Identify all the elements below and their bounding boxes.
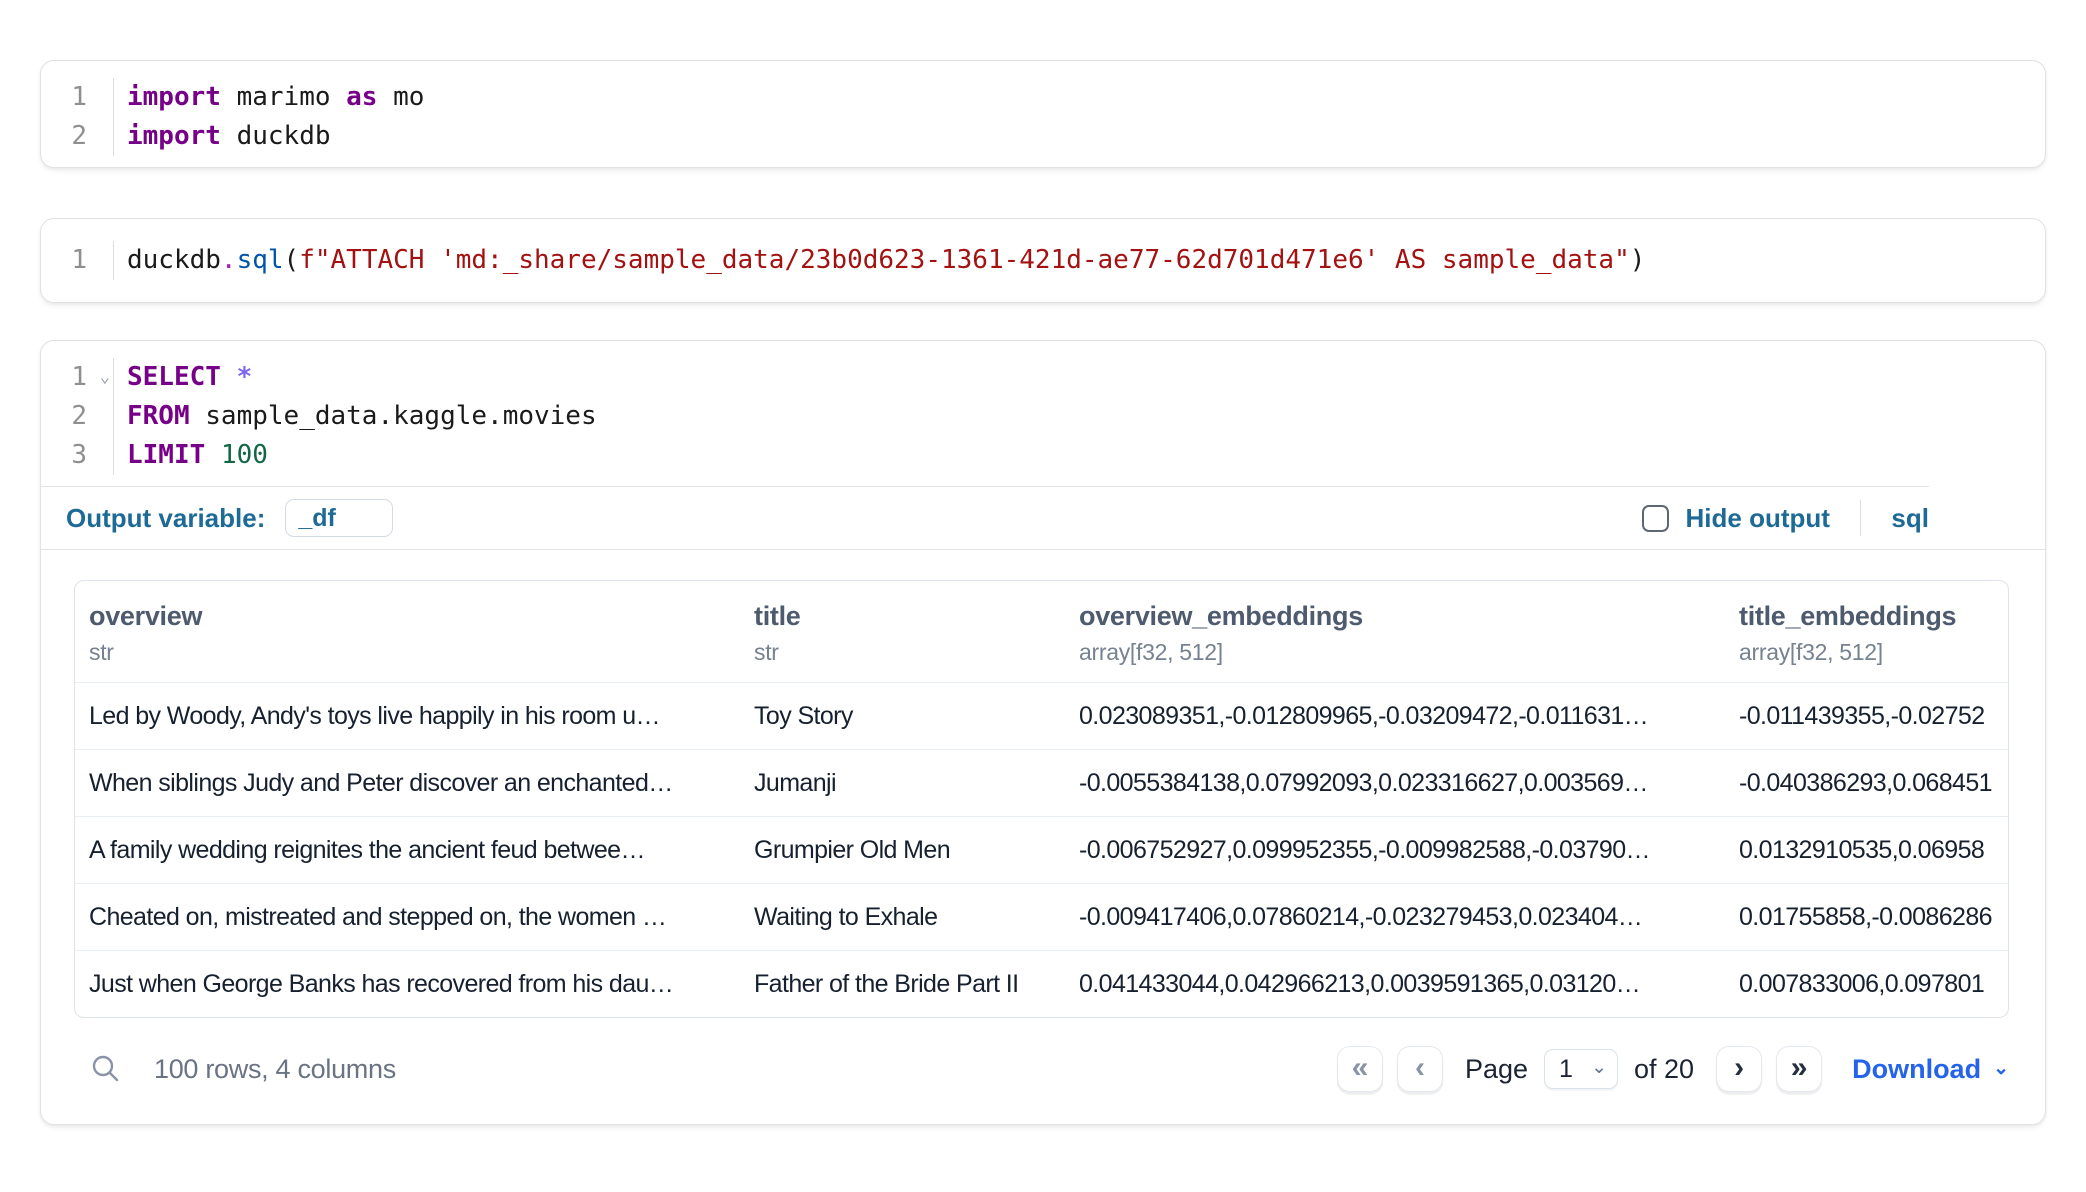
- code-line-text: import duckdb: [114, 117, 331, 156]
- output-variable-label: Output variable:: [66, 503, 265, 534]
- table-cell: A family wedding reignites the ancient f…: [75, 817, 740, 883]
- table-cell: Waiting to Exhale: [740, 884, 1065, 950]
- table-cell: Grumpier Old Men: [740, 817, 1065, 883]
- column-name: overview_embeddings: [1079, 601, 1711, 631]
- code-line-text: import marimo as mo: [114, 78, 424, 117]
- line-number: 1: [41, 78, 114, 117]
- table-cell: 0.0132910535,0.06958: [1725, 817, 2008, 883]
- result-table: overview str title str overview_embeddingsar…: [74, 580, 2009, 1018]
- line-number: 3: [41, 436, 114, 475]
- page-select-value: 1: [1559, 1055, 1573, 1084]
- code-editor-sql[interactable]: 1⌄SELECT *2FROM sample_data.kaggle.movie…: [41, 341, 2045, 486]
- table-cell: -0.040386293,0.068451: [1725, 750, 2008, 816]
- code-line-text: FROM sample_data.kaggle.movies: [114, 397, 597, 436]
- column-name: title: [754, 601, 1051, 631]
- notebook-page: 1import marimo as mo2import duckdb 1duck…: [0, 0, 2086, 1125]
- last-page-icon: »: [1791, 1053, 1808, 1083]
- line-number: 1⌄: [41, 358, 114, 397]
- code-line-text: SELECT *: [114, 358, 252, 397]
- code-line: 2FROM sample_data.kaggle.movies: [41, 397, 2045, 436]
- code-line: 2import duckdb: [41, 117, 2045, 156]
- last-page-button[interactable]: »: [1776, 1046, 1822, 1092]
- table-cell: -0.009417406,0.07860214,-0.023279453,0.0…: [1065, 884, 1725, 950]
- sql-cell: 1⌄SELECT *2FROM sample_data.kaggle.movie…: [40, 340, 2046, 1125]
- fold-chevron-icon[interactable]: ⌄: [100, 358, 110, 397]
- table-cell: -0.0055384138,0.07992093,0.023316627,0.0…: [1065, 750, 1725, 816]
- code-line: 1import marimo as mo: [41, 78, 2045, 117]
- line-number: 2: [41, 397, 114, 436]
- total-pages-label: of 20: [1634, 1054, 1694, 1085]
- line-number: 1: [41, 241, 114, 280]
- page-select[interactable]: 1 ⌄: [1544, 1049, 1618, 1089]
- next-page-button[interactable]: ›: [1716, 1046, 1762, 1092]
- page-label: Page: [1465, 1054, 1528, 1085]
- table-cell: -0.011439355,-0.02752: [1725, 683, 2008, 749]
- code-cell-attach-database: 1duckdb.sql(f"ATTACH 'md:_share/sample_d…: [40, 218, 2046, 303]
- output-variable-input[interactable]: [285, 499, 393, 537]
- next-page-icon: ›: [1734, 1053, 1744, 1083]
- table-cell: Cheated on, mistreated and stepped on, t…: [75, 884, 740, 950]
- code-line-text: LIMIT 100: [114, 436, 268, 475]
- table-row[interactable]: Cheated on, mistreated and stepped on, t…: [75, 883, 2008, 950]
- code-line: 1⌄SELECT *: [41, 358, 2045, 397]
- table-cell: Father of the Bride Part II: [740, 951, 1065, 1017]
- chevron-down-icon: ⌄: [1993, 1057, 2009, 1080]
- table-row[interactable]: When siblings Judy and Peter discover an…: [75, 749, 2008, 816]
- column-dtype: str: [754, 639, 1051, 666]
- code-line: 1duckdb.sql(f"ATTACH 'md:_share/sample_d…: [41, 241, 2045, 280]
- column-dtype: str: [89, 639, 726, 666]
- search-icon[interactable]: [90, 1053, 122, 1085]
- column-header-title_embeddings[interactable]: title_embeddings array[f32, 512]: [1725, 581, 2008, 682]
- table-row[interactable]: Led by Woody, Andy's toys live happily i…: [75, 682, 2008, 749]
- column-dtype: array[f32, 512]: [1739, 639, 1994, 666]
- table-header-row: overview str title str overview_embeddingsar…: [75, 581, 2008, 682]
- column-header-overview_embeddings[interactable]: overview_embeddings array[f32, 512]: [1065, 581, 1725, 682]
- table-footer: 100 rows, 4 columns « ‹ Page 1 ⌄ of 20 ›: [41, 1018, 2045, 1124]
- code-editor-imports[interactable]: 1import marimo as mo2import duckdb: [41, 61, 2045, 167]
- column-name: title_embeddings: [1739, 601, 1994, 631]
- hide-output-checkbox[interactable]: [1642, 505, 1669, 532]
- prev-page-icon: ‹: [1415, 1053, 1425, 1083]
- code-line-text: duckdb.sql(f"ATTACH 'md:_share/sample_da…: [114, 241, 1645, 280]
- first-page-button[interactable]: «: [1337, 1046, 1383, 1092]
- chevron-down-icon: ⌄: [1591, 1056, 1607, 1079]
- table-cell: 0.023089351,-0.012809965,-0.03209472,-0.…: [1065, 683, 1725, 749]
- table-row[interactable]: A family wedding reignites the ancient f…: [75, 816, 2008, 883]
- table-cell: 0.01755858,-0.0086286: [1725, 884, 2008, 950]
- column-name: overview: [89, 601, 726, 631]
- table-body: Led by Woody, Andy's toys live happily i…: [75, 682, 2008, 1017]
- table-cell: Jumanji: [740, 750, 1065, 816]
- code-line: 3LIMIT 100: [41, 436, 2045, 475]
- first-page-icon: «: [1352, 1053, 1369, 1083]
- column-dtype: array[f32, 512]: [1079, 639, 1711, 666]
- table-cell: When siblings Judy and Peter discover an…: [75, 750, 740, 816]
- table-cell: Toy Story: [740, 683, 1065, 749]
- row-count-summary: 100 rows, 4 columns: [154, 1054, 396, 1085]
- divider: [1860, 500, 1862, 536]
- output-variable-bar: Output variable: Hide output sql: [41, 487, 1929, 549]
- table-cell: -0.006752927,0.099952355,-0.009982588,-0…: [1065, 817, 1725, 883]
- download-button[interactable]: Download ⌄: [1852, 1054, 2009, 1085]
- table-cell: 0.007833006,0.097801: [1725, 951, 2008, 1017]
- column-header-overview[interactable]: overview str: [75, 581, 740, 682]
- column-header-title[interactable]: title str: [740, 581, 1065, 682]
- line-number: 2: [41, 117, 114, 156]
- output-bar-divider: [41, 549, 2045, 550]
- code-editor-attach-database[interactable]: 1duckdb.sql(f"ATTACH 'md:_share/sample_d…: [41, 219, 2045, 302]
- prev-page-button[interactable]: ‹: [1397, 1046, 1443, 1092]
- table-cell: Led by Woody, Andy's toys live happily i…: [75, 683, 740, 749]
- table-row[interactable]: Just when George Banks has recovered fro…: [75, 950, 2008, 1017]
- table-cell: 0.041433044,0.042966213,0.0039591365,0.0…: [1065, 951, 1725, 1017]
- code-cell-imports: 1import marimo as mo2import duckdb: [40, 60, 2046, 168]
- cell-language-badge[interactable]: sql: [1891, 503, 1929, 534]
- download-label: Download: [1852, 1054, 1981, 1085]
- hide-output-label: Hide output: [1686, 503, 1830, 534]
- table-cell: Just when George Banks has recovered fro…: [75, 951, 740, 1017]
